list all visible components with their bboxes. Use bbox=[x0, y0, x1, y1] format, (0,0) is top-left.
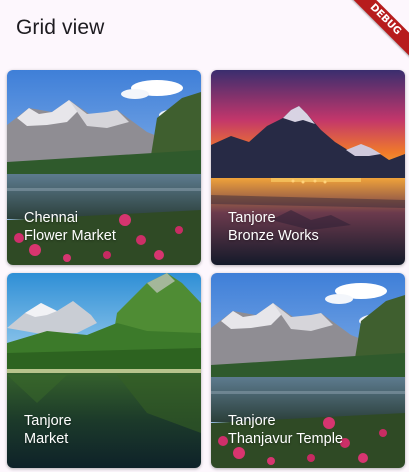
tile-title: Chennai bbox=[24, 210, 79, 226]
tile-subtitle: Bronze Works bbox=[228, 228, 319, 244]
tile-caption: Chennai Flower Market bbox=[24, 209, 116, 245]
image-grid: Chennai Flower Market Tanjore Bronze Wor… bbox=[7, 70, 406, 468]
tile-title: Tanjore bbox=[24, 413, 72, 429]
grid-tile[interactable]: Chennai Flower Market bbox=[7, 70, 201, 265]
tile-subtitle: Market bbox=[24, 431, 69, 447]
app-bar: Grid view bbox=[0, 0, 409, 62]
tile-title: Tanjore bbox=[228, 210, 276, 226]
page-title: Grid view bbox=[16, 16, 105, 39]
grid-tile[interactable]: Tanjore Market bbox=[7, 273, 201, 468]
tile-caption: Tanjore Bronze Works bbox=[228, 209, 319, 245]
tile-title: Tanjore bbox=[228, 413, 276, 429]
tile-caption: Tanjore Market bbox=[24, 412, 72, 448]
grid-tile[interactable]: Tanjore Thanjavur Temple bbox=[211, 273, 405, 468]
app-screen: Grid view DEBUG Chennai Flower Market Ta… bbox=[0, 0, 409, 472]
tile-caption: Tanjore Thanjavur Temple bbox=[228, 412, 343, 448]
tile-subtitle: Thanjavur Temple bbox=[228, 431, 343, 447]
tile-subtitle: Flower Market bbox=[24, 228, 116, 244]
grid-tile[interactable]: Tanjore Bronze Works bbox=[211, 70, 405, 265]
